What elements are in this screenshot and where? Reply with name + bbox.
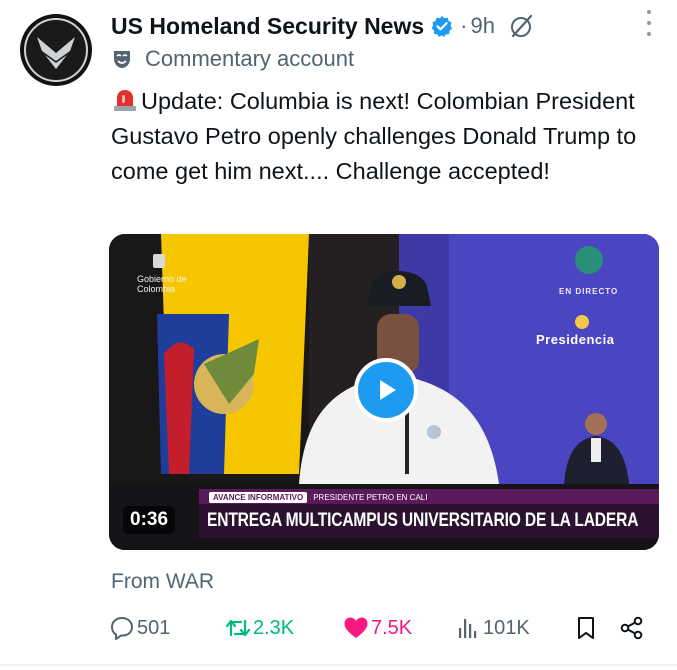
bookmark-button[interactable]: [573, 611, 601, 645]
reply-button[interactable]: 501: [109, 611, 170, 645]
like-button[interactable]: 7.5K: [343, 611, 412, 645]
more-icon[interactable]: [645, 10, 653, 36]
post-time[interactable]: 9h: [470, 13, 494, 39]
divider: [0, 664, 677, 666]
chyron-subtitle: PRESIDENTE PETRO EN CALI: [313, 492, 428, 502]
author-name[interactable]: US Homeland Security News: [111, 13, 424, 40]
views-icon: [459, 619, 477, 638]
video-duration: 0:36: [123, 506, 176, 534]
heart-icon: [344, 617, 368, 638]
views-count: 101K: [483, 616, 530, 639]
share-button[interactable]: [619, 611, 647, 645]
siren-emoji: [111, 85, 139, 113]
gov-text-line1: Gobierno de: [137, 274, 187, 284]
play-icon: [380, 380, 396, 400]
like-count: 7.5K: [371, 616, 413, 639]
share-icon: [620, 616, 643, 640]
reply-count: 501: [137, 616, 171, 639]
commentary-mask-icon: [111, 48, 133, 70]
shield-eagle-logo: [24, 18, 88, 82]
account-label[interactable]: Commentary account: [111, 46, 354, 72]
gov-text-line2: Colombia: [137, 284, 176, 294]
verified-badge-icon[interactable]: [431, 15, 453, 37]
video-player[interactable]: Gobierno de Colombia EN DIRECTO Presiden…: [109, 234, 659, 550]
chyron-top: AVANCE INFORMATIVO PRESIDENTE PETRO EN C…: [209, 491, 427, 503]
views-button[interactable]: 101K: [455, 611, 530, 645]
post-header: US Homeland Security News · 9h: [111, 8, 657, 44]
reply-icon: [111, 617, 133, 640]
live-label: EN DIRECTO: [559, 287, 619, 296]
post-text-body: Update: Columbia is next! Colombian Pres…: [111, 88, 637, 184]
label-text: Commentary account: [145, 46, 355, 71]
chyron-headline: ENTREGA MULTICAMPUS UNIVERSITARIO DE LA …: [207, 510, 639, 531]
grok-icon[interactable]: [509, 13, 535, 39]
action-bar: 501 2.3K 7.5K 101K: [109, 611, 649, 645]
separator-dot: ·: [460, 13, 468, 38]
bookmark-icon: [578, 617, 594, 639]
repost-icon: [225, 619, 251, 637]
avatar[interactable]: [20, 14, 92, 86]
repost-button[interactable]: 2.3K: [225, 611, 294, 645]
post-text: Update: Columbia is next! Colombian Pres…: [111, 84, 651, 189]
play-button[interactable]: [354, 358, 418, 422]
source-text[interactable]: From WAR: [111, 570, 214, 594]
chyron-tag: AVANCE INFORMATIVO: [209, 491, 308, 503]
repost-count: 2.3K: [253, 616, 295, 639]
gov-logo-text: Gobierno de Colombia: [137, 274, 187, 294]
presidencia-logo-text: Presidencia: [536, 332, 615, 347]
